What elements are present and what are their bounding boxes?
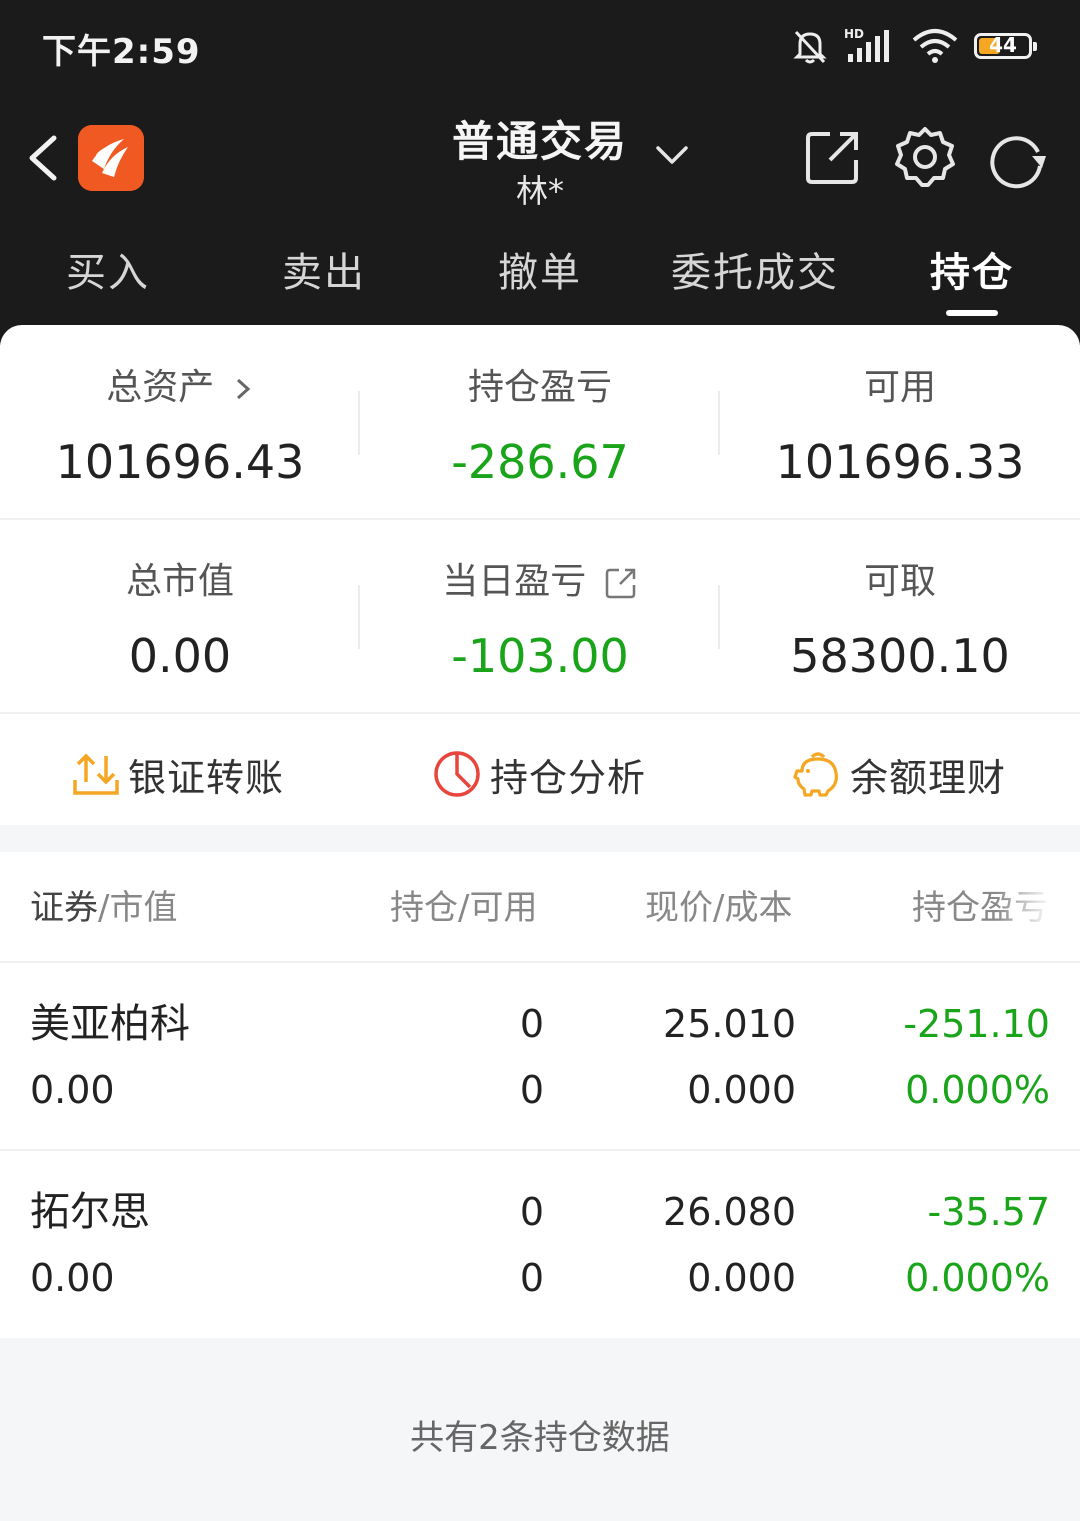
withdrawable: 可取 58300.10 — [720, 557, 1080, 683]
available-qty: 0 — [519, 1256, 544, 1300]
header-price[interactable]: 现价/成本 — [645, 886, 792, 930]
total-assets-label-wrap: 总资产 — [0, 363, 360, 413]
header-position[interactable]: 持仓/可用 — [390, 886, 537, 930]
total-assets[interactable]: 总资产 101696.43 — [0, 363, 360, 489]
pie-chart-icon — [434, 751, 480, 797]
withdrawable-label: 可取 — [863, 561, 936, 602]
position-pl-amount: -251.10 — [903, 1002, 1050, 1046]
holdings-table: 证券/市值 持仓/可用 现价/成本 持仓盈亏 美亚柏科 0.00 0 0 25.… — [0, 852, 1080, 1338]
total-assets-value: 101696.43 — [55, 435, 305, 489]
account-name: 林* — [515, 172, 564, 210]
header-market-value: /市值 — [98, 888, 178, 928]
account-summary-card: 总资产 101696.43 持仓盈亏 -286.67 可用 101696.33 … — [0, 325, 1080, 825]
position-pl-label: 持仓盈亏 — [467, 367, 612, 408]
header-security[interactable]: 证券/市值 — [30, 886, 177, 930]
tab-sell[interactable]: 卖出 — [256, 240, 392, 310]
external-link-icon[interactable] — [604, 566, 638, 600]
share-icon[interactable] — [804, 128, 862, 186]
active-tab-indicator — [946, 310, 998, 316]
battery-level: 44 — [989, 33, 1017, 57]
bank-transfer-label: 银证转账 — [128, 755, 285, 800]
available-qty: 0 — [519, 1068, 544, 1112]
security-market-value: 0.00 — [30, 1068, 115, 1112]
available-value: 101696.33 — [775, 435, 1025, 489]
position-pl: 持仓盈亏 -286.67 — [360, 363, 720, 489]
position-qty: 0 — [519, 1190, 544, 1234]
security-name: 美亚柏科 — [30, 1001, 190, 1047]
gear-icon[interactable] — [892, 124, 958, 190]
available: 可用 101696.33 — [720, 363, 1080, 489]
holdings-count-text: 共有2条持仓数据 — [410, 1418, 670, 1458]
position-pl-percent: 0.000% — [905, 1068, 1050, 1112]
refresh-icon[interactable] — [984, 126, 1050, 192]
tab-cancel[interactable]: 撤单 — [472, 240, 608, 310]
divider — [0, 518, 1080, 520]
app-logo[interactable] — [78, 125, 144, 191]
piggy-bank-icon — [793, 752, 838, 797]
divider — [0, 712, 1080, 714]
cost-price: 0.000 — [687, 1256, 796, 1300]
tab-buy[interactable]: 买入 — [40, 240, 176, 310]
security-name: 拓尔思 — [30, 1189, 150, 1235]
transfer-icon — [73, 753, 119, 795]
chevron-right-icon — [236, 378, 250, 400]
battery-icon: 44 — [974, 33, 1037, 59]
table-row[interactable]: 拓尔思 0.00 0 0 26.080 0.000 -35.57 0.000% — [0, 1151, 1080, 1339]
current-price: 25.010 — [663, 1002, 796, 1046]
chevron-down-icon[interactable] — [652, 140, 692, 170]
total-assets-label: 总资产 — [106, 367, 215, 408]
back-icon[interactable] — [22, 128, 62, 188]
page-title[interactable]: 普通交易 — [390, 108, 690, 169]
nav-bar: 普通交易 林* — [0, 100, 1080, 220]
withdrawable-value: 58300.10 — [790, 629, 1010, 683]
status-time: 下午2:59 — [42, 32, 201, 72]
current-price: 26.080 — [663, 1190, 796, 1234]
security-market-value: 0.00 — [30, 1256, 115, 1300]
daily-pl-label-wrap: 当日盈亏 — [360, 557, 720, 607]
market-value-label: 总市值 — [125, 561, 234, 602]
daily-pl-label: 当日盈亏 — [442, 561, 587, 602]
daily-pl-value: -103.00 — [451, 629, 629, 683]
header-pl[interactable]: 持仓盈亏 — [912, 886, 1052, 930]
balance-finance-button[interactable]: 余额理财 — [792, 745, 1006, 803]
svg-text:HD: HD — [844, 27, 864, 41]
available-label: 可用 — [863, 367, 936, 408]
wifi-icon — [912, 29, 958, 63]
position-pl-value: -286.67 — [451, 435, 629, 489]
status-bar: 下午2:59 HD 44 — [0, 0, 1080, 92]
balance-finance-label: 余额理财 — [850, 755, 1007, 800]
bank-transfer-button[interactable]: 银证转账 — [72, 745, 284, 803]
position-qty: 0 — [519, 1002, 544, 1046]
holdings-analysis-label: 持仓分析 — [490, 755, 647, 800]
tab-orders[interactable]: 委托成交 — [660, 240, 850, 310]
market-value: 总市值 0.00 — [0, 557, 360, 683]
holdings-analysis-button[interactable]: 持仓分析 — [432, 745, 646, 803]
top-bar: 下午2:59 HD 44 普通交易 林* 买入 卖出 撤单 委托成交 持仓 — [0, 0, 1080, 345]
hd-signal-icon: HD — [844, 27, 889, 62]
status-icons: HD 44 — [790, 26, 1037, 66]
trade-tabs: 买入 卖出 撤单 委托成交 持仓 — [0, 240, 1080, 320]
bell-muted-icon — [793, 30, 827, 64]
daily-pl[interactable]: 当日盈亏 -103.00 — [360, 557, 720, 683]
table-row[interactable]: 美亚柏科 0.00 0 0 25.010 0.000 -251.10 0.000… — [0, 963, 1080, 1151]
market-value-value: 0.00 — [128, 629, 232, 683]
position-pl-amount: -35.57 — [927, 1190, 1051, 1234]
tab-holdings[interactable]: 持仓 — [904, 240, 1040, 310]
cost-price: 0.000 — [687, 1068, 796, 1112]
position-pl-percent: 0.000% — [905, 1256, 1050, 1300]
header-security-name: 证券 — [30, 888, 98, 928]
